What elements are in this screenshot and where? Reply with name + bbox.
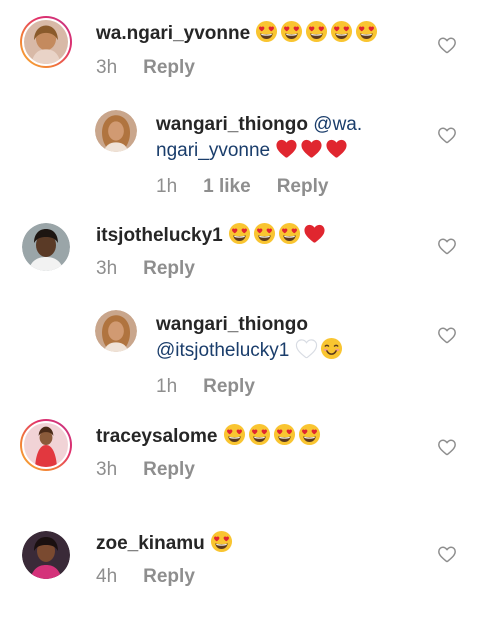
like-heart-icon[interactable] xyxy=(437,126,457,144)
comment-username[interactable]: wangari_thiongo xyxy=(156,114,308,135)
comment-username[interactable]: wangari_thiongo xyxy=(156,314,308,335)
comment-time: 1h xyxy=(156,176,178,197)
comment-meta: 3h Reply xyxy=(96,258,221,280)
comment-username[interactable]: wa.ngari_yvonne xyxy=(96,23,250,44)
comment-username[interactable]: traceysalome xyxy=(96,426,217,447)
reply-button[interactable]: Reply xyxy=(203,376,255,397)
heart-eyes-icon xyxy=(253,222,276,245)
comment-username[interactable]: zoe_kinamu xyxy=(96,533,205,554)
heart-eyes-icon xyxy=(298,423,321,446)
reply-button[interactable]: Reply xyxy=(143,57,195,78)
comment-item: wa.ngari_yvonne 3h Reply xyxy=(0,0,480,90)
comment-body: wangari_thiongo @itsjothelucky1 xyxy=(156,312,416,363)
comment-meta: 1h 1 like Reply xyxy=(156,176,354,198)
avatar[interactable] xyxy=(22,531,70,579)
comment-item: traceysalome 3h Reply xyxy=(0,410,480,510)
comment-body: wangari_thiongo @wa. ngari_yvonne xyxy=(156,112,416,163)
red-heart-icon xyxy=(300,137,323,160)
like-heart-icon[interactable] xyxy=(437,237,457,255)
red-heart-icon xyxy=(275,137,298,160)
heart-eyes-icon xyxy=(273,423,296,446)
avatar[interactable] xyxy=(20,419,72,471)
reply-comment-item: wangari_thiongo @wa. ngari_yvonne 1h 1 li… xyxy=(0,100,480,210)
like-heart-icon[interactable] xyxy=(437,545,457,563)
comment-body: wa.ngari_yvonne xyxy=(96,20,380,46)
comment-time: 3h xyxy=(96,459,118,480)
white-heart-icon xyxy=(295,337,318,360)
comment-time: 3h xyxy=(96,258,118,279)
like-heart-icon[interactable] xyxy=(437,36,457,54)
heart-eyes-icon xyxy=(280,20,303,43)
comment-meta: 3h Reply xyxy=(96,57,221,79)
comment-body: traceysalome xyxy=(96,423,323,449)
heart-eyes-icon xyxy=(305,20,328,43)
heart-eyes-icon xyxy=(210,530,233,553)
reply-button[interactable]: Reply xyxy=(277,176,329,197)
comment-body: itsjothelucky1 xyxy=(96,222,328,248)
heart-eyes-icon xyxy=(223,423,246,446)
avatar[interactable] xyxy=(95,310,137,352)
comment-meta: 4h Reply xyxy=(96,566,221,588)
red-heart-icon xyxy=(303,222,326,245)
smiling-face-icon xyxy=(320,337,343,360)
red-heart-icon xyxy=(325,137,348,160)
reply-button[interactable]: Reply xyxy=(143,566,195,587)
comment-meta: 3h Reply xyxy=(96,459,221,481)
reply-button[interactable]: Reply xyxy=(143,258,195,279)
avatar[interactable] xyxy=(95,110,137,152)
mention-link[interactable]: @itsjothelucky1 xyxy=(156,340,289,361)
comment-item: zoe_kinamu 4h Reply xyxy=(0,518,480,618)
like-heart-icon[interactable] xyxy=(437,326,457,344)
comment-time: 4h xyxy=(96,566,118,587)
comment-body: zoe_kinamu xyxy=(96,530,235,556)
reply-comment-item: wangari_thiongo @itsjothelucky1 1h Reply xyxy=(0,300,480,410)
reply-button[interactable]: Reply xyxy=(143,459,195,480)
mention-link[interactable]: ngari_yvonne xyxy=(156,140,270,161)
comment-username[interactable]: itsjothelucky1 xyxy=(96,225,223,246)
heart-eyes-icon xyxy=(228,222,251,245)
heart-eyes-icon xyxy=(330,20,353,43)
likes-count[interactable]: 1 like xyxy=(203,176,251,197)
mention-link[interactable]: @wa. xyxy=(313,114,362,135)
avatar[interactable] xyxy=(20,16,72,68)
heart-eyes-icon xyxy=(355,20,378,43)
avatar[interactable] xyxy=(22,223,70,271)
comment-time: 1h xyxy=(156,376,178,397)
heart-eyes-icon xyxy=(255,20,278,43)
comment-meta: 1h Reply xyxy=(156,376,281,398)
like-heart-icon[interactable] xyxy=(437,438,457,456)
heart-eyes-icon xyxy=(248,423,271,446)
heart-eyes-icon xyxy=(278,222,301,245)
comment-item: itsjothelucky1 3h Reply xyxy=(0,210,480,300)
comment-time: 3h xyxy=(96,57,118,78)
